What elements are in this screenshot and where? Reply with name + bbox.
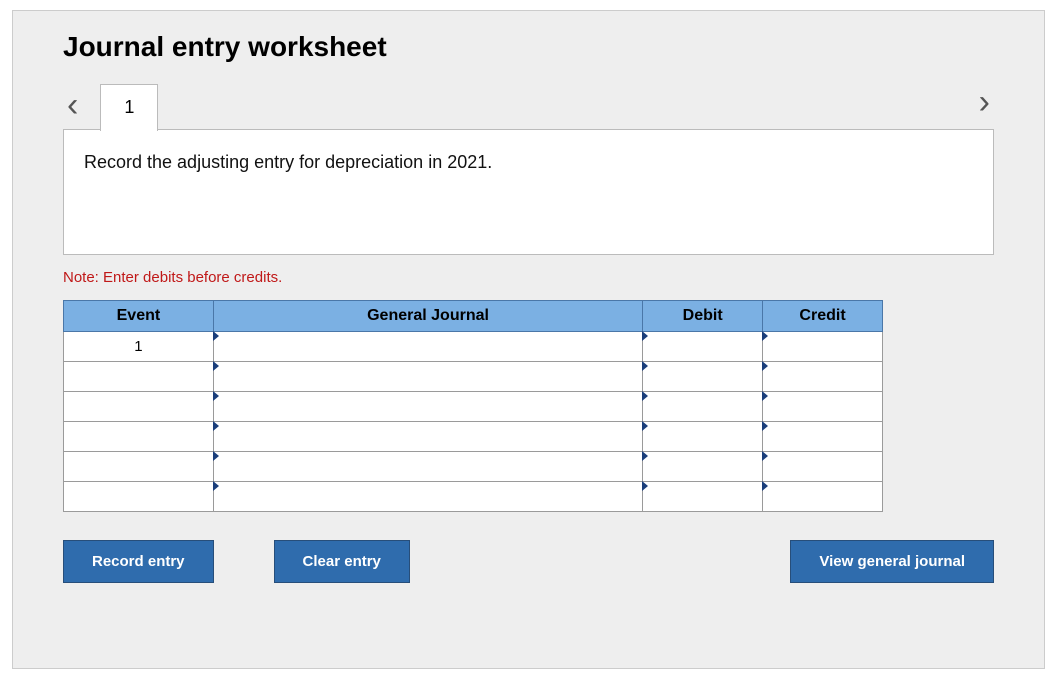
tab-1[interactable]: 1 <box>100 84 158 131</box>
cell-debit[interactable] <box>643 482 763 512</box>
dropdown-marker-icon <box>642 361 648 371</box>
button-row: Record entry Clear entry View general jo… <box>63 540 994 583</box>
dropdown-marker-icon <box>762 421 768 431</box>
table-row <box>64 452 883 482</box>
cell-debit[interactable] <box>643 392 763 422</box>
journal-table-wrap: Event General Journal Debit Credit 1 <box>63 300 883 512</box>
table-row <box>64 362 883 392</box>
view-general-journal-button[interactable]: View general journal <box>790 540 994 583</box>
table-row <box>64 392 883 422</box>
table-row <box>64 482 883 512</box>
cell-debit[interactable] <box>643 362 763 392</box>
tab-nav: ‹ 1 › <box>63 81 994 129</box>
dropdown-marker-icon <box>213 361 219 371</box>
dropdown-marker-icon <box>213 331 219 341</box>
journal-table: Event General Journal Debit Credit 1 <box>63 300 883 512</box>
dropdown-marker-icon <box>213 481 219 491</box>
page-title: Journal entry worksheet <box>63 31 994 63</box>
prev-arrow-icon[interactable]: ‹ <box>63 88 82 122</box>
cell-general-journal[interactable] <box>213 422 642 452</box>
cell-credit[interactable] <box>763 482 883 512</box>
cell-credit[interactable] <box>763 332 883 362</box>
dropdown-marker-icon <box>762 361 768 371</box>
table-row <box>64 422 883 452</box>
cell-event[interactable] <box>64 482 214 512</box>
dropdown-marker-icon <box>642 481 648 491</box>
cell-credit[interactable] <box>763 422 883 452</box>
entry-description: Record the adjusting entry for depreciat… <box>63 129 994 255</box>
cell-debit[interactable] <box>643 422 763 452</box>
note-text: Note: Enter debits before credits. <box>63 269 994 286</box>
cell-debit[interactable] <box>643 332 763 362</box>
worksheet-panel: Journal entry worksheet ‹ 1 › Record the… <box>12 10 1045 669</box>
table-row: 1 <box>64 332 883 362</box>
cell-credit[interactable] <box>763 392 883 422</box>
cell-debit[interactable] <box>643 452 763 482</box>
dropdown-marker-icon <box>762 451 768 461</box>
record-entry-button[interactable]: Record entry <box>63 540 214 583</box>
cell-general-journal[interactable] <box>213 452 642 482</box>
dropdown-marker-icon <box>213 451 219 461</box>
header-credit: Credit <box>763 301 883 332</box>
cell-credit[interactable] <box>763 362 883 392</box>
dropdown-marker-icon <box>642 451 648 461</box>
cell-event[interactable]: 1 <box>64 332 214 362</box>
header-general-journal: General Journal <box>213 301 642 332</box>
dropdown-marker-icon <box>762 481 768 491</box>
cell-event[interactable] <box>64 422 214 452</box>
dropdown-marker-icon <box>762 331 768 341</box>
header-debit: Debit <box>643 301 763 332</box>
cell-general-journal[interactable] <box>213 362 642 392</box>
table-header-row: Event General Journal Debit Credit <box>64 301 883 332</box>
cell-event[interactable] <box>64 362 214 392</box>
dropdown-marker-icon <box>642 331 648 341</box>
cell-credit[interactable] <box>763 452 883 482</box>
dropdown-marker-icon <box>762 391 768 401</box>
next-arrow-icon[interactable]: › <box>975 85 994 119</box>
header-event: Event <box>64 301 214 332</box>
dropdown-marker-icon <box>642 391 648 401</box>
dropdown-marker-icon <box>213 421 219 431</box>
dropdown-marker-icon <box>213 391 219 401</box>
clear-entry-button[interactable]: Clear entry <box>274 540 410 583</box>
cell-general-journal[interactable] <box>213 482 642 512</box>
cell-general-journal[interactable] <box>213 392 642 422</box>
cell-general-journal[interactable] <box>213 332 642 362</box>
cell-event[interactable] <box>64 392 214 422</box>
cell-event[interactable] <box>64 452 214 482</box>
dropdown-marker-icon <box>642 421 648 431</box>
